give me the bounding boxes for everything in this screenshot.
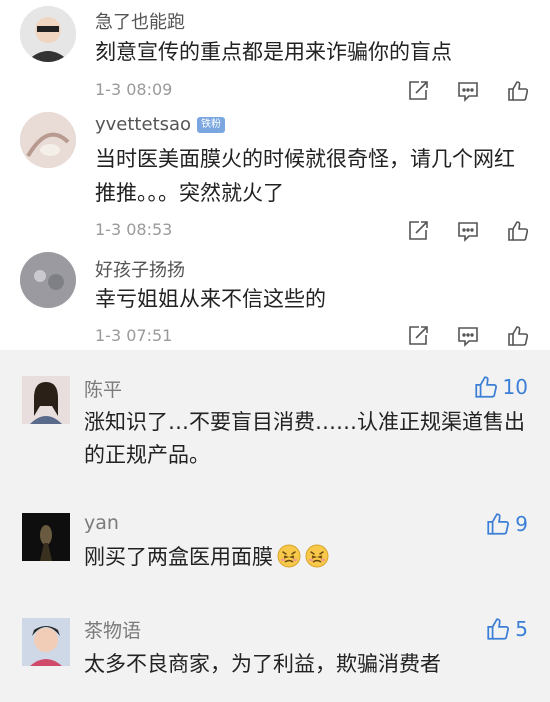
comment-icon[interactable] xyxy=(456,324,480,348)
persevering-face-icon xyxy=(277,544,301,568)
thumbs-up-icon xyxy=(473,374,499,400)
comment-username[interactable]: yan xyxy=(84,512,119,534)
comment-text: 太多不良商家，为了利益，欺骗消费者 xyxy=(84,652,441,676)
comment-list-top: 急了也能跑 刻意宣传的重点都是用来诈骗你的盲点 1-3 08:09 yvette… xyxy=(0,0,550,350)
like-button[interactable]: 5 xyxy=(485,616,528,642)
comment-actions xyxy=(406,79,530,103)
avatar[interactable] xyxy=(22,513,70,561)
like-icon[interactable] xyxy=(506,79,530,103)
like-button[interactable]: 9 xyxy=(485,511,528,537)
avatar[interactable] xyxy=(20,252,76,308)
share-icon[interactable] xyxy=(406,219,430,243)
comment-time: 1-3 08:09 xyxy=(95,80,173,99)
comment-text: 涨知识了…不要盲目消费……认准正规渠道售出的正规产品。 xyxy=(84,410,525,467)
comment-actions xyxy=(406,324,530,348)
like-count: 5 xyxy=(515,617,528,641)
like-count: 9 xyxy=(515,512,528,536)
comment-username[interactable]: 好孩子扬扬 xyxy=(95,256,185,282)
like-count: 10 xyxy=(502,375,528,399)
comment-username[interactable]: 急了也能跑 xyxy=(95,8,185,34)
comment-item: 好孩子扬扬 幸亏姐姐从来不信这些的 1-3 07:51 xyxy=(0,248,550,350)
avatar[interactable] xyxy=(20,112,76,168)
comment-username[interactable]: 茶物语 xyxy=(84,616,141,643)
comment-time: 1-3 08:53 xyxy=(95,220,173,239)
persevering-face-icon xyxy=(305,544,329,568)
hot-comment-item: yan 9 刚买了两盒医用面膜 xyxy=(0,505,550,605)
avatar[interactable] xyxy=(20,6,76,62)
comment-text: 幸亏姐姐从来不信这些的 xyxy=(95,287,326,311)
like-button[interactable]: 10 xyxy=(473,374,528,400)
comment-icon[interactable] xyxy=(456,219,480,243)
share-icon[interactable] xyxy=(406,79,430,103)
avatar[interactable] xyxy=(22,376,70,424)
comment-time: 1-3 07:51 xyxy=(95,326,173,345)
thumbs-up-icon xyxy=(485,511,511,537)
hot-comment-item: 茶物语 5 太多不良商家，为了利益，欺骗消费者 xyxy=(0,608,550,702)
thumbs-up-icon xyxy=(485,616,511,642)
comment-item: yvettetsao 铁粉 当时医美面膜火的时候就很奇怪，请几个网红推推。。。突然… xyxy=(0,108,550,248)
comment-username[interactable]: 陈平 xyxy=(84,375,122,402)
hot-comment-item: 陈平 10 涨知识了…不要盲目消费……认准正规渠道售出的正规产品。 xyxy=(0,350,550,490)
comment-item: 急了也能跑 刻意宣传的重点都是用来诈骗你的盲点 1-3 08:09 xyxy=(0,0,550,115)
comment-actions xyxy=(406,219,530,243)
hot-comments-panel: 陈平 10 涨知识了…不要盲目消费……认准正规渠道售出的正规产品。 yan 9 … xyxy=(0,350,550,702)
comment-text: 当时医美面膜火的时候就很奇怪，请几个网红推推。。。突然就火了 xyxy=(95,147,515,205)
avatar[interactable] xyxy=(22,618,70,666)
comment-icon[interactable] xyxy=(456,79,480,103)
comment-text: 刚买了两盒医用面膜 xyxy=(84,541,532,574)
share-icon[interactable] xyxy=(406,324,430,348)
comment-username[interactable]: yvettetsao 铁粉 xyxy=(95,114,226,135)
fan-badge: 铁粉 xyxy=(197,117,226,133)
comment-text: 刻意宣传的重点都是用来诈骗你的盲点 xyxy=(95,40,452,64)
like-icon[interactable] xyxy=(506,219,530,243)
like-icon[interactable] xyxy=(506,324,530,348)
